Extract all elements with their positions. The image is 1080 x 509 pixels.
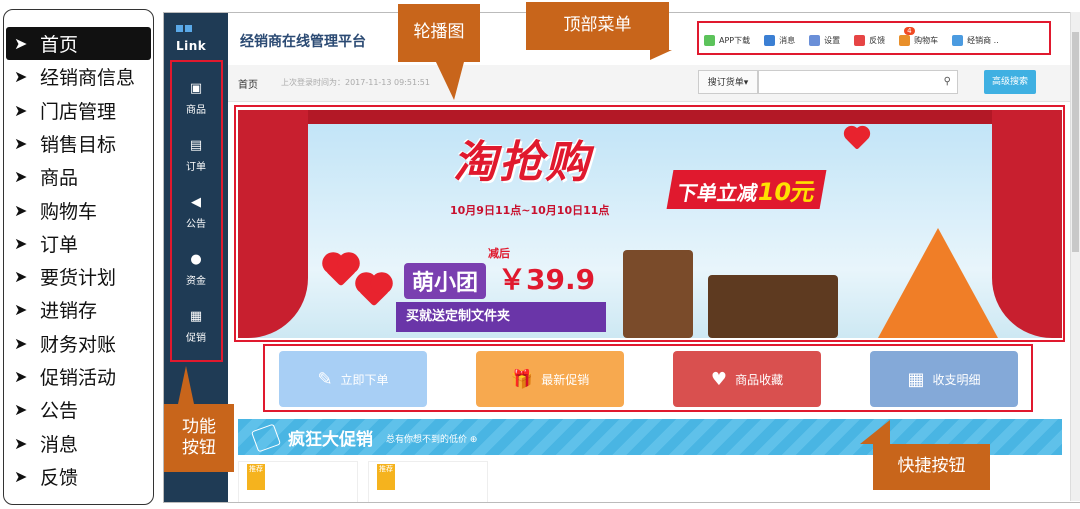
- outline-item-label: 门店管理: [40, 100, 117, 123]
- outline-item[interactable]: ➤ 首页: [6, 27, 151, 60]
- outline-item[interactable]: ➤ 公告: [6, 393, 151, 426]
- recommend-badge: 推荐: [247, 464, 265, 490]
- outline-item[interactable]: ➤ 购物车: [6, 194, 151, 227]
- outline-item-label: 经销商信息: [40, 67, 136, 90]
- outline-item-label: 购物车: [40, 200, 98, 223]
- outline-item[interactable]: ➤ 经销商信息: [6, 60, 151, 93]
- outline-menu: ➤ 首页 ➤ 经销商信息 ➤ 门店管理 ➤ 销售目标 ➤ 商品 ➤ 购物车 ➤ 订单 ➤ 要货计划 ➤ 进销存 ➤ 财…: [3, 9, 154, 505]
- outline-item-label: 促销活动: [40, 367, 117, 389]
- arrow-icon: ➤: [14, 67, 28, 87]
- outline-item-label: 消息: [40, 433, 79, 456]
- arrow-icon: ➤: [14, 34, 28, 53]
- recommend-badge: 推荐: [377, 464, 395, 490]
- callout-quick-buttons: 快捷按钮: [873, 444, 990, 490]
- arrow-icon: ➤: [14, 400, 28, 420]
- arrow-icon: ➤: [14, 433, 28, 453]
- highlight-carousel: [234, 105, 1065, 342]
- arrow-icon: ➤: [14, 267, 28, 287]
- callout-carousel: 轮播图: [398, 4, 480, 62]
- scrollbar[interactable]: [1070, 12, 1080, 501]
- search-type-select[interactable]: 搜订货单▾: [698, 70, 758, 94]
- promo-title: 疯狂大促销: [288, 430, 373, 450]
- arrow-icon: ➤: [14, 133, 28, 153]
- callout-function-buttons: 功能按钮: [164, 404, 234, 472]
- highlight-function-buttons: [170, 60, 223, 362]
- outline-item[interactable]: ➤ 门店管理: [6, 94, 151, 127]
- outline-item-label: 要货计划: [40, 267, 117, 290]
- arrow-icon: ➤: [14, 367, 28, 386]
- outline-item[interactable]: ➤ 促销活动: [6, 360, 151, 393]
- product-card[interactable]: 推荐: [238, 461, 358, 502]
- search-icon[interactable]: ⚲: [944, 76, 951, 87]
- highlight-top-menu: [697, 21, 1051, 55]
- outline-item[interactable]: ➤ 财务对账: [6, 327, 151, 360]
- outline-item-label: 商品: [40, 167, 79, 190]
- outline-item[interactable]: ➤ 消息: [6, 427, 151, 460]
- outline-item[interactable]: ➤ 要货计划: [6, 260, 151, 293]
- promo-subtitle[interactable]: 总有你想不到的低价 ⊕: [386, 432, 477, 445]
- outline-item[interactable]: ➤ 订单: [6, 227, 151, 260]
- tag-icon: [250, 423, 282, 453]
- outline-item[interactable]: ➤ 销售目标: [6, 127, 151, 160]
- arrow-icon: ➤: [14, 300, 28, 320]
- advanced-search-button[interactable]: 高级搜索: [984, 70, 1036, 94]
- outline-item[interactable]: ➤ 反馈: [6, 460, 151, 493]
- outline-item-label: 财务对账: [40, 333, 117, 356]
- page-title: 经销商在线管理平台: [240, 34, 366, 50]
- outline-item-label: 首页: [40, 34, 79, 56]
- arrow-icon: ➤: [14, 466, 28, 486]
- arrow-icon: ➤: [14, 200, 28, 220]
- outline-item-label: 订单: [40, 233, 79, 256]
- outline-item-label: 公告: [40, 400, 79, 423]
- callout-top-menu: 顶部菜单: [526, 2, 669, 50]
- search-input[interactable]: ⚲: [758, 70, 958, 94]
- logo-text: Link: [176, 39, 207, 53]
- arrow-icon: ➤: [14, 100, 28, 120]
- product-card[interactable]: 推荐: [368, 461, 488, 502]
- outline-item[interactable]: ➤ 商品: [6, 160, 151, 193]
- outline-item[interactable]: ➤ 进销存: [6, 293, 151, 326]
- logo: Link: [176, 25, 218, 53]
- highlight-quick-buttons: [263, 344, 1033, 412]
- arrow-icon: ➤: [14, 233, 28, 253]
- breadcrumb-bar: 首页 上次登录时间为：2017-11-13 09:51:51 搜订货单▾ ⚲ 高…: [228, 65, 1080, 102]
- arrow-icon: ➤: [14, 167, 28, 187]
- last-login-text: 上次登录时间为：2017-11-13 09:51:51: [281, 78, 430, 87]
- outline-item-label: 反馈: [40, 466, 79, 489]
- arrow-icon: ➤: [14, 333, 28, 353]
- breadcrumb-home[interactable]: 首页: [238, 76, 258, 91]
- outline-item-label: 销售目标: [40, 133, 117, 156]
- outline-item-label: 进销存: [40, 300, 98, 323]
